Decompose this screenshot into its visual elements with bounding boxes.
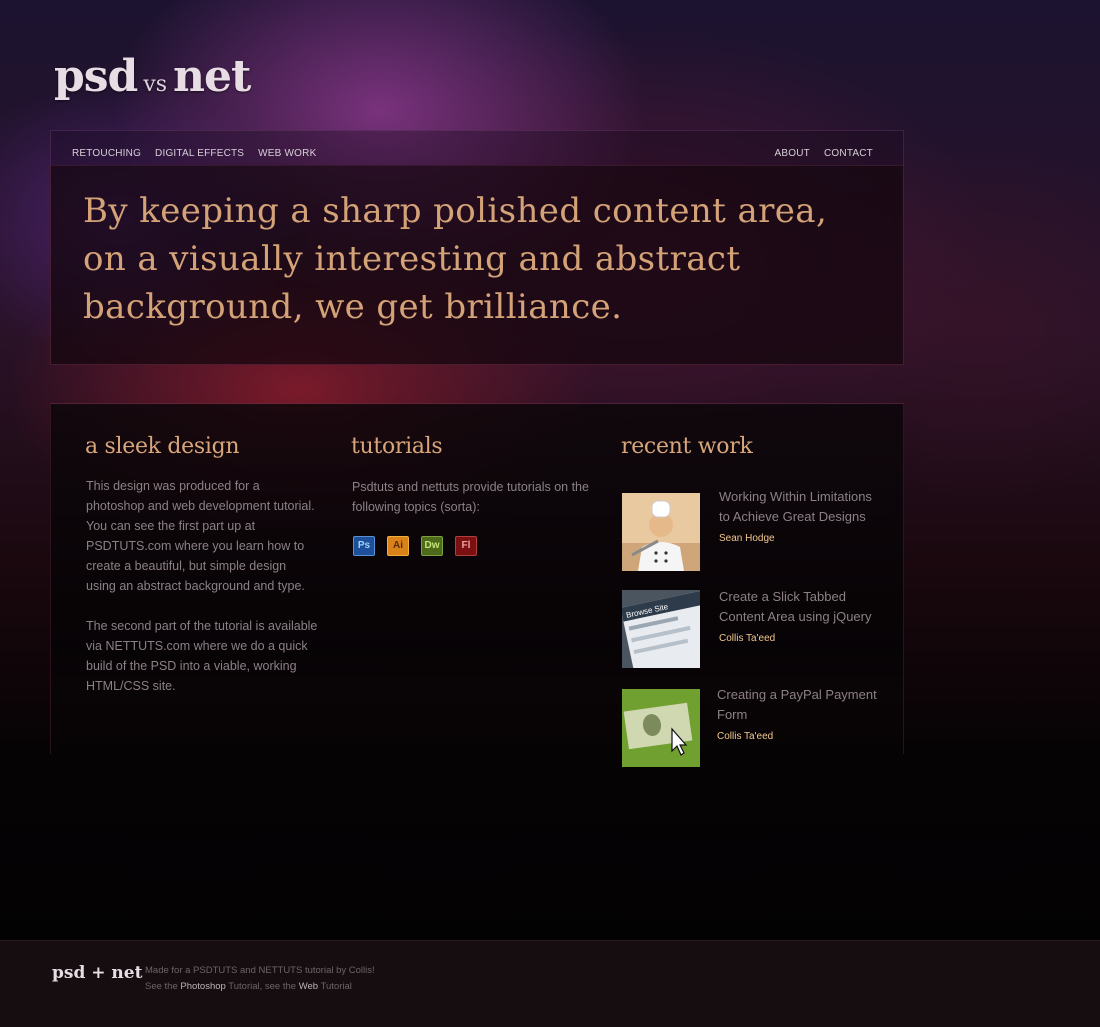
footer-line-1: Made for a PSDTUTS and NETTUTS tutorial … (145, 965, 375, 976)
photoshop-icon[interactable]: Ps (353, 536, 375, 556)
work-title-1[interactable]: Working Within Limitations to Achieve Gr… (719, 487, 879, 527)
illustrator-icon[interactable]: Ai (387, 536, 409, 556)
tutorials-text: Psdtuts and nettuts provide tutorials on… (352, 480, 589, 514)
site-logo[interactable]: psd VS net (54, 51, 251, 110)
footer-text: Made for a PSDTUTS and NETTUTS tutorial … (145, 963, 375, 995)
recent-work-heading: recent work (621, 434, 753, 459)
logo-net: net (173, 51, 251, 102)
web-tutorial-link[interactable]: Web (299, 981, 318, 992)
nav-left-group: RETOUCHING DIGITAL EFFECTS WEB WORK (72, 143, 330, 161)
hero-panel: By keeping a sharp polished content area… (50, 165, 904, 365)
work-author-1[interactable]: Sean Hodge (719, 533, 775, 544)
work-item-1[interactable]: Working Within Limitations to Achieve Gr… (622, 489, 892, 573)
nav-retouching[interactable]: RETOUCHING (72, 148, 141, 159)
money-thumbnail[interactable] (622, 689, 700, 767)
tabbed-ui-thumbnail[interactable]: Browse Site (622, 590, 700, 668)
nav-digital-effects[interactable]: DIGITAL EFFECTS (155, 148, 244, 159)
content-panel: a sleek design This design was produced … (50, 403, 904, 767)
footer-logo[interactable]: psd + net (52, 963, 142, 983)
logo-vs: VS (143, 72, 168, 97)
work-title-2[interactable]: Create a Slick Tabbed Content Area using… (719, 587, 879, 627)
logo-psd: psd (54, 51, 138, 102)
flash-icon[interactable]: Fl (455, 536, 477, 556)
design-paragraph-2: The second part of the tutorial is avail… (86, 619, 318, 693)
main-nav: RETOUCHING DIGITAL EFFECTS WEB WORK ABOUT C… (50, 130, 904, 166)
footer-line-2-mid: Tutorial, see the (228, 981, 297, 992)
design-heading: a sleek design (85, 434, 240, 459)
work-title-3[interactable]: Creating a PayPal Payment Form (717, 685, 877, 725)
tutorials-heading: tutorials (351, 434, 443, 459)
hero-quote: By keeping a sharp polished content area… (83, 191, 828, 327)
footer-line-2-prefix: See the (145, 981, 178, 992)
nav-web-work[interactable]: WEB WORK (258, 148, 316, 159)
footer: psd + net Made for a PSDTUTS and NETTUTS… (0, 940, 1100, 1027)
nav-contact[interactable]: CONTACT (824, 148, 873, 159)
design-text: This design was produced for a photoshop… (86, 476, 318, 716)
footer-line-2: See the Photoshop Tutorial, see the Web … (145, 979, 375, 995)
nav-about[interactable]: ABOUT (775, 148, 810, 159)
nav-right-group: ABOUT CONTACT (761, 143, 873, 161)
tool-icons: Ps Ai Dw Fl (353, 535, 489, 556)
work-item-3[interactable]: Creating a PayPal Payment Form Collis Ta… (622, 687, 892, 769)
dreamweaver-icon[interactable]: Dw (421, 536, 443, 556)
design-paragraph-1: This design was produced for a photoshop… (86, 479, 315, 593)
photoshop-tutorial-link[interactable]: Photoshop (180, 981, 225, 992)
chef-thumbnail[interactable] (622, 493, 700, 571)
footer-line-2-suffix: Tutorial (320, 981, 352, 992)
work-author-2[interactable]: Collis Ta'eed (719, 633, 775, 644)
work-item-2[interactable]: Browse Site Create a Slick Tabbed Conten… (622, 587, 892, 670)
work-author-3[interactable]: Collis Ta'eed (717, 731, 773, 742)
